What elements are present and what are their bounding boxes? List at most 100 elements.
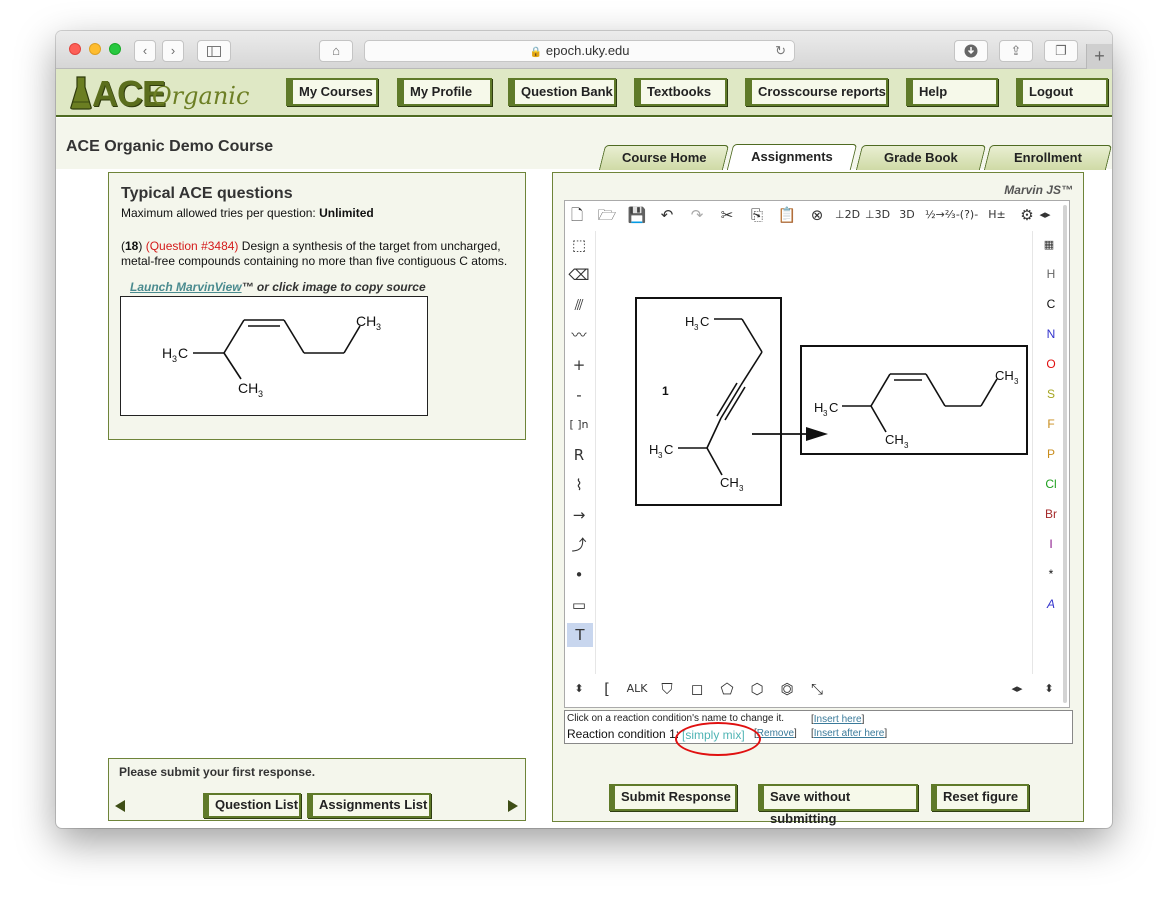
- previous-question-icon[interactable]: [115, 800, 125, 812]
- sidebar-icon[interactable]: [197, 40, 231, 62]
- clean-3d-icon[interactable]: ⊥3D: [865, 203, 890, 227]
- increase-charge-icon[interactable]: +: [567, 353, 591, 377]
- paste-icon[interactable]: 📋: [775, 203, 799, 227]
- attachment-point-icon[interactable]: ⌇: [567, 473, 591, 497]
- new-document-icon[interactable]: 🗋: [565, 203, 589, 227]
- reset-figure-button[interactable]: Reset figure: [931, 784, 1029, 811]
- target-molecule-image[interactable]: H3C CH 3 CH 3: [120, 296, 428, 416]
- element-cl-button[interactable]: Cl: [1040, 473, 1062, 495]
- launch-marvinview-link[interactable]: Launch MarvinView: [130, 280, 242, 294]
- element-i-button[interactable]: I: [1040, 533, 1062, 555]
- save-icon[interactable]: 💾: [625, 203, 649, 227]
- nav-my-profile[interactable]: My Profile: [397, 78, 492, 106]
- tab-course-home[interactable]: Course Home: [598, 145, 730, 170]
- nav-textbooks[interactable]: Textbooks: [634, 78, 727, 106]
- bond-icon[interactable]: ⫻: [567, 293, 591, 317]
- rgroup-icon[interactable]: R: [567, 443, 591, 467]
- add-hydrogens-icon[interactable]: H±: [985, 203, 1009, 227]
- new-tab-button[interactable]: +: [1086, 44, 1112, 69]
- atom-mapping-icon[interactable]: ½→⅔: [925, 203, 956, 227]
- save-without-submitting-button[interactable]: Save without submitting: [758, 784, 918, 826]
- step-number: 1: [662, 384, 669, 398]
- submit-response-button[interactable]: Submit Response: [609, 784, 737, 811]
- copy-icon[interactable]: ⎘: [745, 203, 769, 227]
- bracket-template-icon[interactable]: [: [595, 677, 619, 701]
- svg-text:C: C: [664, 442, 673, 457]
- open-folder-icon[interactable]: 🗁: [595, 203, 619, 227]
- insert-after-here-link[interactable]: Insert after here: [814, 728, 885, 739]
- element-s-button[interactable]: S: [1040, 383, 1062, 405]
- question-list-button[interactable]: Question List: [203, 793, 301, 818]
- minimize-window-button[interactable]: [89, 43, 101, 55]
- assignments-list-button[interactable]: Assignments List: [307, 793, 431, 818]
- element-p-button[interactable]: P: [1040, 443, 1062, 465]
- cut-icon[interactable]: ✂: [715, 203, 739, 227]
- share-icon[interactable]: ⇪: [999, 40, 1033, 62]
- zoom-icon[interactable]: ⊗: [805, 203, 829, 227]
- element-br-button[interactable]: Br: [1040, 503, 1062, 525]
- ace-organic-logo[interactable]: ACE Organic: [68, 73, 249, 114]
- scroll-left-right-icon[interactable]: ◂▸: [1005, 677, 1029, 701]
- nav-my-courses[interactable]: My Courses: [286, 78, 378, 106]
- electron-flow-icon[interactable]: ⤴: [567, 533, 591, 557]
- element-any-button[interactable]: *: [1040, 563, 1062, 585]
- sgroup-icon[interactable]: [ ]n: [567, 413, 591, 437]
- reaction-condition-area: Click on a reaction condition's name to …: [564, 710, 1073, 756]
- tabs-overview-icon[interactable]: ❐: [1044, 40, 1078, 62]
- downloads-icon[interactable]: [954, 40, 988, 62]
- svg-text:3: 3: [694, 323, 699, 332]
- nav-help[interactable]: Help: [906, 78, 998, 106]
- tries-label: Maximum allowed tries per question:: [121, 206, 320, 220]
- periodic-table-icon[interactable]: ▦: [1037, 233, 1061, 257]
- tab-label: Assignments: [751, 149, 833, 164]
- nav-question-bank[interactable]: Question Bank: [508, 78, 616, 106]
- back-icon[interactable]: ‹: [134, 40, 156, 62]
- text-tool-icon[interactable]: T: [567, 623, 593, 647]
- nav-crosscourse-reports[interactable]: Crosscourse reports: [745, 78, 888, 106]
- next-question-icon[interactable]: [508, 800, 518, 812]
- clean-2d-icon[interactable]: ⊥2D: [835, 203, 860, 227]
- rectangle-icon[interactable]: ▭: [567, 593, 591, 617]
- decrease-charge-icon[interactable]: -: [567, 383, 591, 407]
- undo-icon[interactable]: ↶: [655, 203, 679, 227]
- template-library-icon[interactable]: ALK: [625, 677, 649, 701]
- tab-label: Course Home: [621, 150, 707, 165]
- element-h-button[interactable]: H: [1040, 263, 1062, 285]
- editor-scrollbar[interactable]: [1063, 205, 1067, 703]
- element-n-button[interactable]: N: [1040, 323, 1062, 345]
- tab-enrollment[interactable]: Enrollment: [983, 145, 1112, 170]
- tab-grade-book[interactable]: Grade Book: [855, 145, 987, 170]
- resize-template-icon[interactable]: ⤡: [805, 677, 829, 701]
- radical-icon[interactable]: •: [567, 563, 591, 587]
- cyclobutane-icon[interactable]: ◻: [685, 677, 709, 701]
- benzene-icon[interactable]: ⏣: [775, 677, 799, 701]
- element-c-button[interactable]: C: [1040, 293, 1062, 315]
- redo-icon[interactable]: ↷: [685, 203, 709, 227]
- selection-icon[interactable]: ⬚: [567, 233, 591, 257]
- tab-assignments[interactable]: Assignments: [726, 144, 858, 170]
- chain-icon[interactable]: 〰: [567, 323, 591, 347]
- forward-icon[interactable]: ›: [162, 40, 184, 62]
- cyclopentane-icon[interactable]: ⬠: [715, 677, 739, 701]
- home-icon[interactable]: ⌂: [319, 40, 353, 62]
- cyclopropane-icon[interactable]: ⛉: [655, 677, 679, 701]
- nav-logout[interactable]: Logout: [1016, 78, 1108, 106]
- close-window-button[interactable]: [69, 43, 81, 55]
- scroll-up-down-icon[interactable]: ⬍: [567, 677, 591, 701]
- element-f-button[interactable]: F: [1040, 413, 1062, 435]
- insert-here-link[interactable]: Insert here: [814, 714, 862, 725]
- address-bar[interactable]: 🔒 epoch.uky.edu ↻: [364, 40, 795, 62]
- zoom-window-button[interactable]: [109, 43, 121, 55]
- remove-condition-link[interactable]: Remove: [757, 728, 794, 739]
- reaction-arrow-icon[interactable]: →: [567, 503, 591, 527]
- cyclohexane-icon[interactable]: ⬡: [745, 677, 769, 701]
- element-a-button[interactable]: A: [1040, 593, 1062, 615]
- drawing-canvas[interactable]: 1 H3C H3C CH 3 H 3 C CH 3 CH 3: [595, 231, 1033, 674]
- reload-icon[interactable]: ↻: [775, 41, 786, 61]
- stereo-icon[interactable]: -(?)-: [955, 203, 979, 227]
- eraser-icon[interactable]: ⌫: [567, 263, 591, 287]
- scroll-vertical-icon[interactable]: ⬍: [1037, 677, 1061, 701]
- toolbar-scroll-icon[interactable]: ◂▸: [1035, 203, 1055, 227]
- element-o-button[interactable]: O: [1040, 353, 1062, 375]
- 3d-view-icon[interactable]: 3D: [895, 203, 919, 227]
